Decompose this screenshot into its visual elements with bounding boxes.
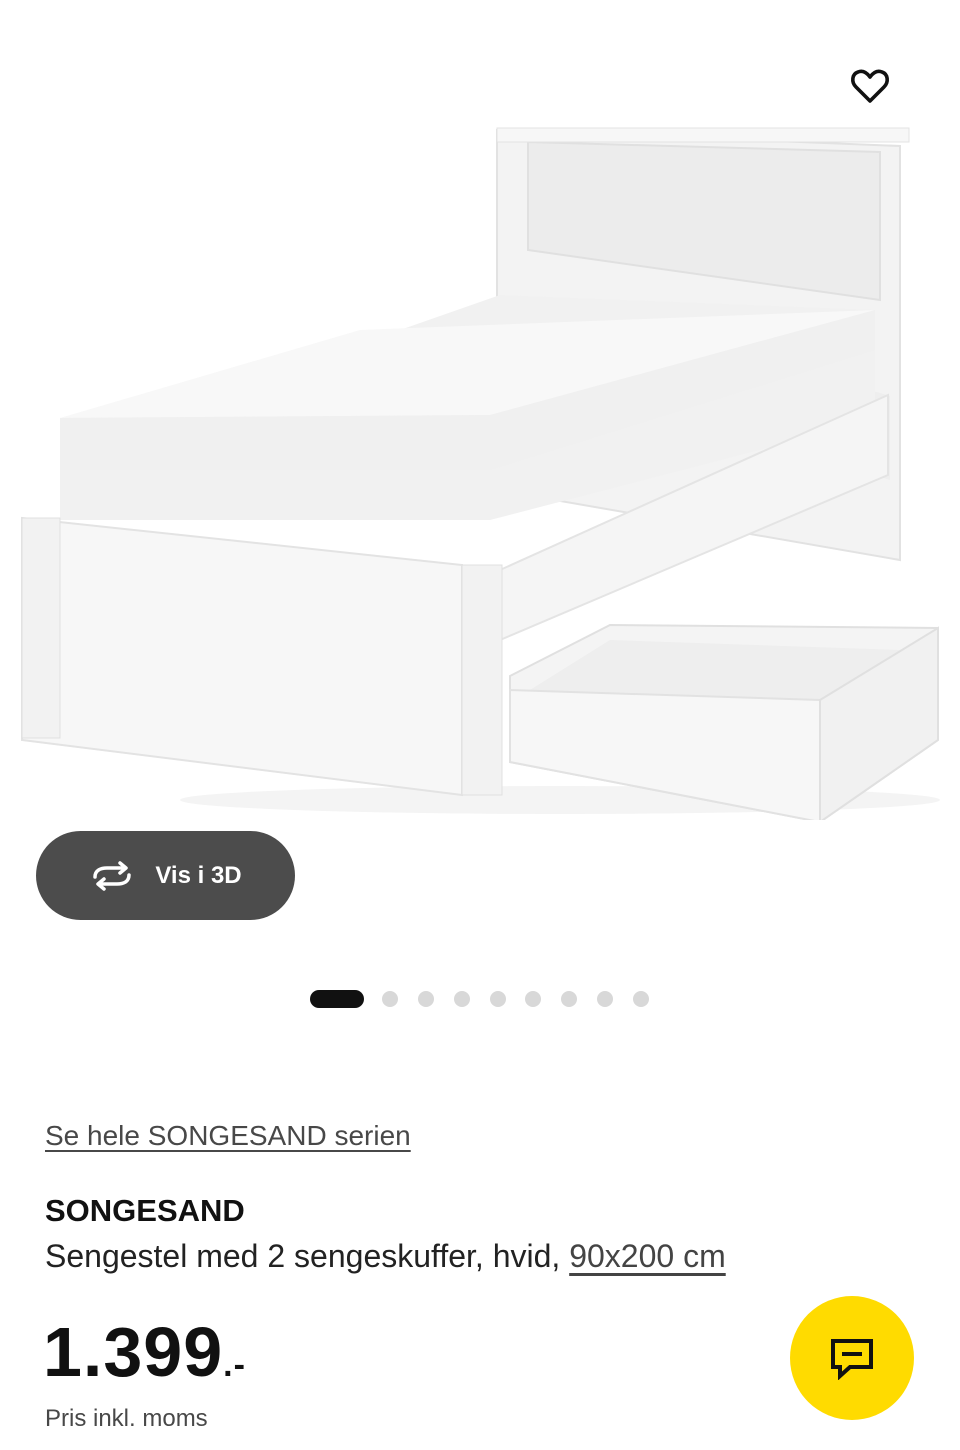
carousel-dot[interactable] (561, 991, 577, 1007)
series-link[interactable]: Se hele SONGESAND serien (45, 1120, 411, 1152)
carousel-indicator (0, 990, 960, 1010)
product-description: Sengestel med 2 sengeskuffer, hvid, 90x2… (45, 1238, 726, 1275)
view-in-3d-button[interactable]: Vis i 3D (36, 831, 295, 920)
favorite-button[interactable] (840, 56, 900, 116)
price-suffix: .- (223, 1346, 246, 1384)
price-note: Pris inkl. moms (45, 1405, 208, 1432)
product-image-gallery[interactable]: Vis i 3D (0, 0, 960, 960)
carousel-dot[interactable] (418, 991, 434, 1007)
carousel-dot-active[interactable] (310, 990, 364, 1008)
product-name: SONGESAND (45, 1193, 245, 1228)
product-price: 1.399.- (43, 1312, 246, 1392)
price-value: 1.399 (43, 1313, 224, 1391)
carousel-dot[interactable] (490, 991, 506, 1007)
carousel-dot[interactable] (382, 991, 398, 1007)
chat-bubble-icon (831, 1339, 873, 1380)
product-image (21, 127, 940, 820)
carousel-dot[interactable] (633, 991, 649, 1007)
size-link[interactable]: 90x200 cm (569, 1238, 726, 1274)
view-in-3d-label: Vis i 3D (155, 861, 242, 889)
heart-outline-icon (851, 69, 889, 103)
carousel-dot[interactable] (454, 991, 470, 1007)
product-description-text: Sengestel med 2 sengeskuffer, hvid, (45, 1238, 561, 1274)
chat-button[interactable] (790, 1296, 914, 1420)
rotate-arrows-icon (89, 860, 135, 891)
carousel-dot[interactable] (525, 991, 541, 1007)
carousel-dot[interactable] (597, 991, 613, 1007)
